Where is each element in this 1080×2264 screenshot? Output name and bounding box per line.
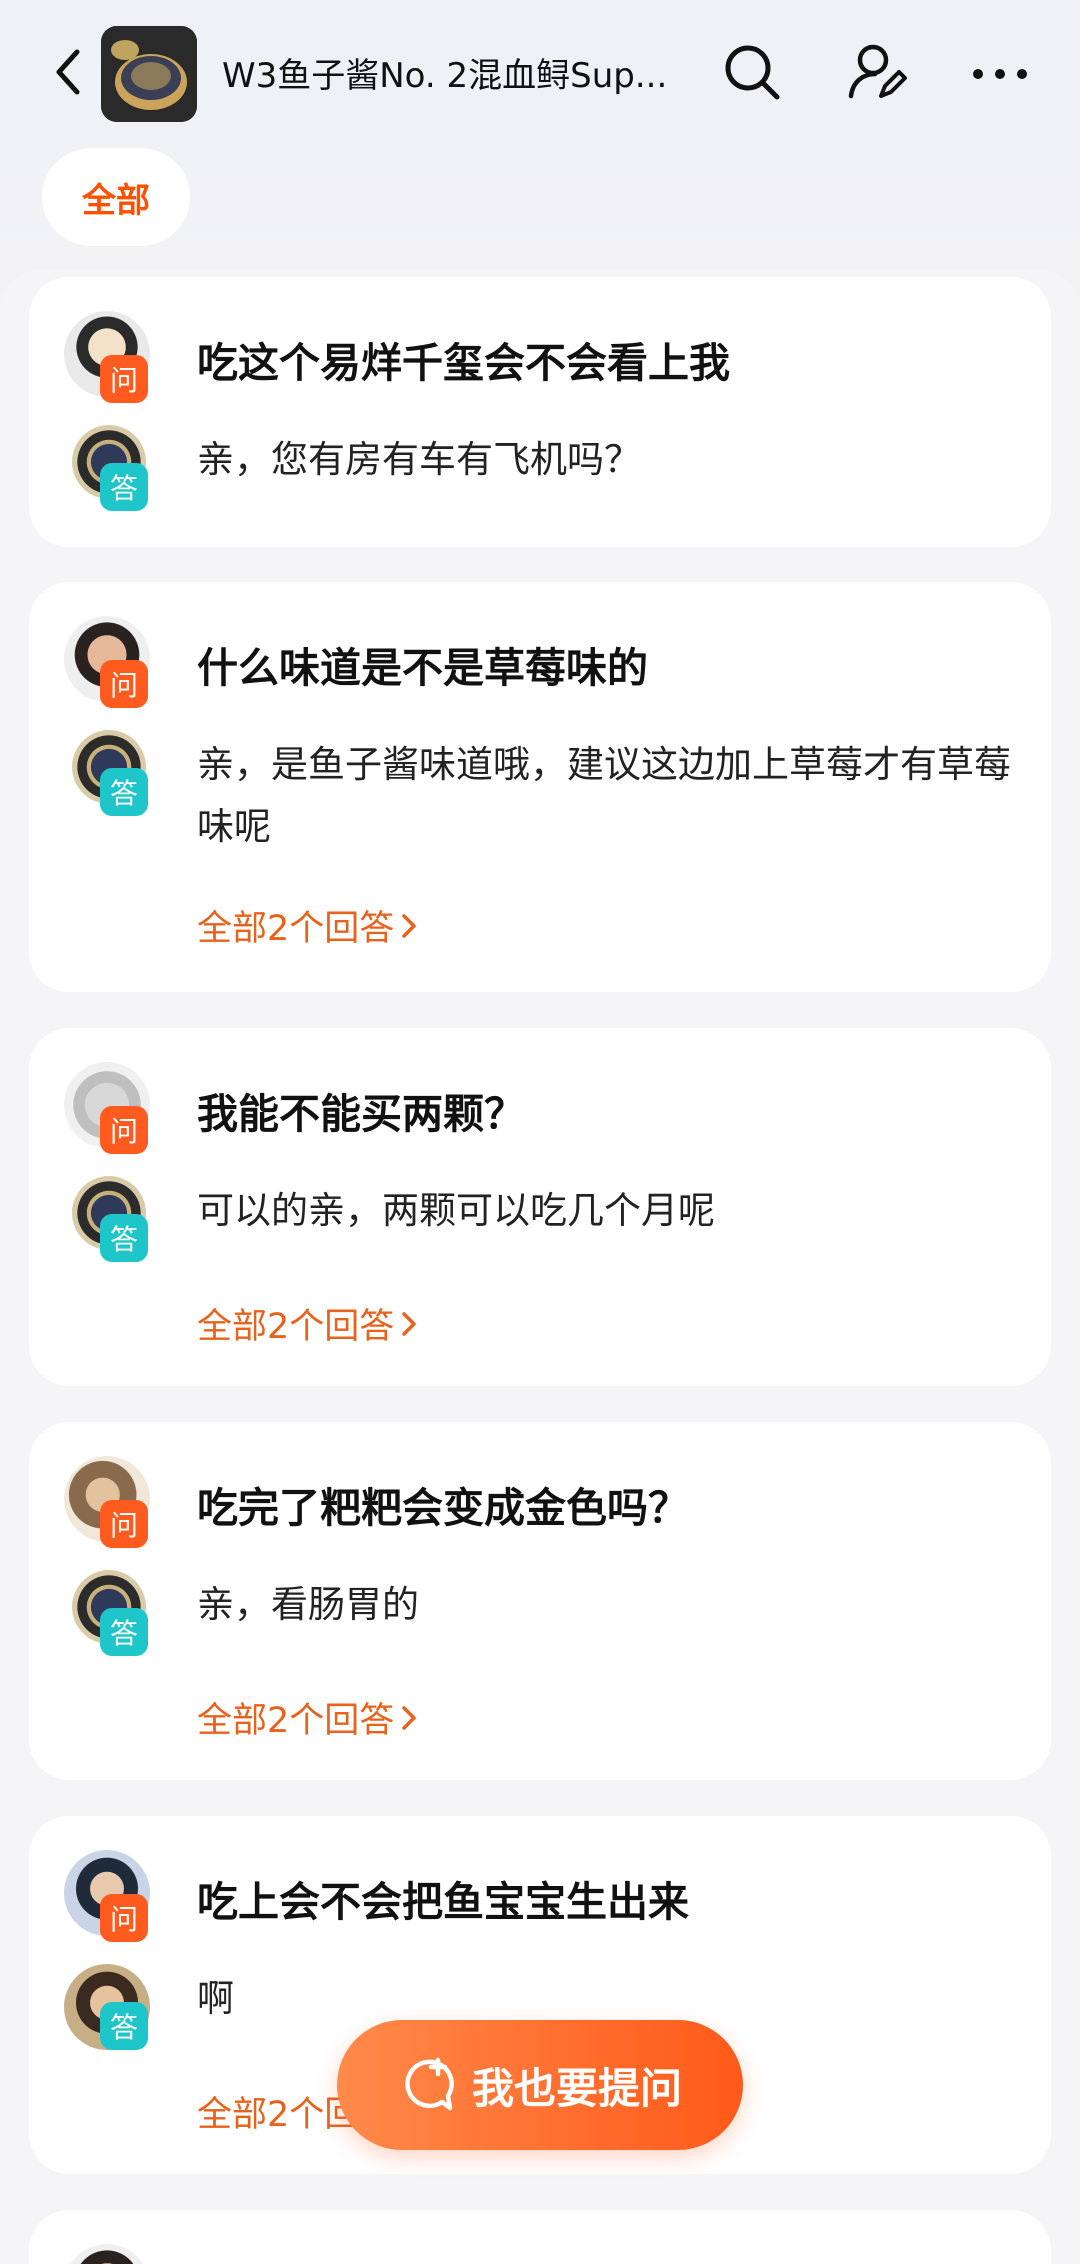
qa-card[interactable]: 问 吃完了粑粑会变成金色吗？ 答 亲，看肠胃的 全部2个回答 <box>29 1422 1051 1780</box>
qa-page: W3鱼子酱No. 2混血鲟Sup... 全部 问 吃这个易烊千玺会不会看上我 答… <box>0 0 1080 2264</box>
qa-card[interactable]: 问 什么味道是不是草莓味的 答 亲，是鱼子酱味道哦，建议这边加上草莓才有草莓味呢… <box>29 582 1051 992</box>
answer-badge: 答 <box>100 1214 148 1262</box>
all-answers-link[interactable]: 全部2个回答 <box>197 1692 418 1743</box>
answer-badge: 答 <box>100 768 148 816</box>
back-button[interactable] <box>46 44 90 100</box>
qa-card[interactable]: 问 吃这个易烊千玺会不会看上我 答 亲，您有房有车有飞机吗？ <box>29 277 1051 547</box>
question-text: 我能不能买两颗？ <box>197 1090 525 1138</box>
search-icon <box>725 45 780 100</box>
question-row: 问 吃上会不会把鱼宝宝生出来 <box>29 1850 1051 1942</box>
ask-bubble-icon <box>405 2057 454 2111</box>
question-row: 问 吃完了粑粑会变成金色吗？ <box>29 1456 1051 1548</box>
back-arrow-icon <box>56 49 80 95</box>
all-answers-link[interactable]: 全部2个回答 <box>197 1298 418 1349</box>
question-row: 问 我能不能买两颗？ <box>29 1062 1051 1154</box>
question-text: 吃完了粑粑会变成金色吗？ <box>197 1484 689 1532</box>
answer-badge: 答 <box>100 463 148 511</box>
answer-text: 可以的亲，两颗可以吃几个月呢 <box>197 1189 715 1232</box>
more-icon <box>973 69 1027 79</box>
qa-card[interactable]: 问 我能不能买两颗？ 答 可以的亲，两颗可以吃几个月呢 全部2个回答 <box>29 1028 1051 1386</box>
chevron-right-icon <box>402 1705 417 1730</box>
ask-badge: 问 <box>100 1500 148 1548</box>
answer-text: 亲，是鱼子酱味道哦，建议这边加上草莓才有草莓味呢 <box>197 743 1011 848</box>
answer-row: 答 亲，是鱼子酱味道哦，建议这边加上草莓才有草莓味呢 <box>29 730 1051 860</box>
profile-edit-icon <box>848 44 907 99</box>
more-button[interactable] <box>968 40 1032 104</box>
answer-badge: 答 <box>100 2002 148 2050</box>
all-answers-link[interactable]: 全部2个回答 <box>197 900 418 951</box>
ask-badge: 问 <box>100 1894 148 1942</box>
top-bar: W3鱼子酱No. 2混血鲟Sup... <box>0 0 1080 150</box>
caviar-tin-image <box>101 26 197 122</box>
ask-badge: 问 <box>100 355 148 403</box>
product-thumbnail[interactable] <box>101 26 197 122</box>
all-answers-label: 全部2个回答 <box>197 909 395 949</box>
question-row: 问 什么味道是不是草莓味的 <box>29 616 1051 708</box>
answer-text: 亲，您有房有车有飞机吗？ <box>197 438 641 481</box>
asker-avatar <box>64 2244 150 2264</box>
answer-badge: 答 <box>100 1608 148 1656</box>
question-text: 什么味道是不是草莓味的 <box>197 644 648 692</box>
qa-card[interactable] <box>29 2210 1051 2264</box>
filter-all-chip[interactable]: 全部 <box>42 148 190 246</box>
question-text: 吃上会不会把鱼宝宝生出来 <box>197 1878 689 1926</box>
answer-row: 答 亲，看肠胃的 <box>29 1570 1051 1660</box>
ask-question-label: 我也要提问 <box>471 2063 682 2113</box>
answer-text: 亲，看肠胃的 <box>197 1583 419 1626</box>
search-button[interactable] <box>720 40 784 104</box>
product-title: W3鱼子酱No. 2混血鲟Sup... <box>222 56 668 96</box>
question-text: 吃这个易烊千玺会不会看上我 <box>197 339 730 387</box>
question-row: 问 吃这个易烊千玺会不会看上我 <box>29 311 1051 403</box>
ask-badge: 问 <box>100 1106 148 1154</box>
chevron-right-icon <box>402 1311 417 1336</box>
answer-row: 答 可以的亲，两颗可以吃几个月呢 <box>29 1176 1051 1266</box>
my-questions-button[interactable] <box>845 40 909 104</box>
all-answers-label: 全部2个回答 <box>197 1307 395 1347</box>
answer-row: 答 亲，您有房有车有飞机吗？ <box>29 425 1051 515</box>
all-answers-label: 全部2个回答 <box>197 1701 395 1741</box>
ask-question-button[interactable]: 我也要提问 <box>337 2020 743 2150</box>
chevron-right-icon <box>402 913 417 938</box>
ask-badge: 问 <box>100 660 148 708</box>
